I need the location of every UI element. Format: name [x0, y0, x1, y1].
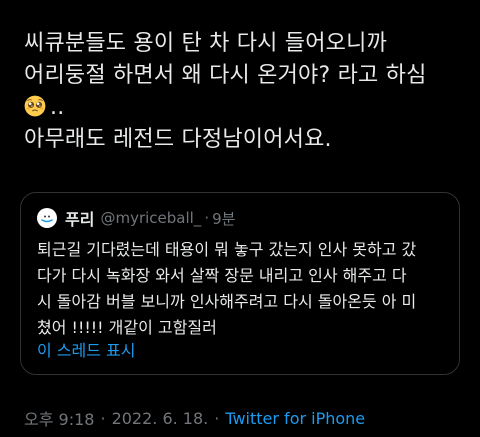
tweet-text-line: 어리둥절 하면서 왜 다시 온거야? 라고 하심: [24, 63, 427, 88]
quoted-text-line: 퇴근길 기다렸는데 태용이 뭐 놓구 갔는지 인사 못하고 갔: [37, 240, 417, 259]
show-thread-link[interactable]: 이 스레드 표시: [37, 337, 136, 361]
quoted-tweet-text: 퇴근길 기다렸는데 태용이 뭐 놓구 갔는지 인사 못하고 갔 다가 다시 녹화…: [37, 237, 449, 341]
tweet-text-line: 아무래도 레전드 다정남이어서요.: [24, 127, 332, 152]
separator-dot: ·: [100, 408, 106, 428]
tweet-detail: 씨큐분들도 용이 탄 차 다시 들어오니까 어리둥절 하면서 왜 다시 온거야?…: [0, 0, 480, 437]
avatar-face-icon: [41, 215, 53, 223]
pleading-face-icon: [24, 95, 46, 117]
quoted-text-line: 다가 다시 녹화장 와서 살짝 장문 내리고 인사 해주고 다: [37, 266, 407, 285]
quoted-tweet-card[interactable]: 푸리 @myriceball_ · 9분 퇴근길 기다렸는데 태용이 뭐 놓구 …: [20, 192, 460, 375]
tweet-meta: 오후 9:18 · 2022. 6. 18. · Twitter for iPh…: [24, 406, 365, 430]
quoted-timestamp[interactable]: 9분: [212, 208, 235, 229]
avatar[interactable]: [37, 208, 57, 228]
quoted-text-line: 시 돌아감 버블 보니까 인사해주려고 다시 돌아온듯 아 미: [37, 292, 417, 311]
quoted-handle[interactable]: @myriceball_: [100, 209, 201, 227]
tweet-source-link[interactable]: Twitter for iPhone: [225, 409, 365, 428]
tweet-date[interactable]: 2022. 6. 18.: [112, 409, 209, 428]
tweet-text-line: 씨큐분들도 용이 탄 차 다시 들어오니까: [24, 31, 388, 56]
tweet-text-line: ..: [50, 95, 65, 120]
separator-dot: ·: [204, 209, 210, 227]
tweet-time[interactable]: 오후 9:18: [24, 406, 94, 430]
quoted-tweet-header: 푸리 @myriceball_ · 9분: [37, 207, 235, 229]
quoted-display-name[interactable]: 푸리: [65, 206, 94, 230]
tweet-text: 씨큐분들도 용이 탄 차 다시 들어오니까 어리둥절 하면서 왜 다시 온거야?…: [24, 28, 464, 156]
separator-dot: ·: [214, 408, 220, 428]
tweet-text-line-emoji: ..: [24, 92, 464, 124]
